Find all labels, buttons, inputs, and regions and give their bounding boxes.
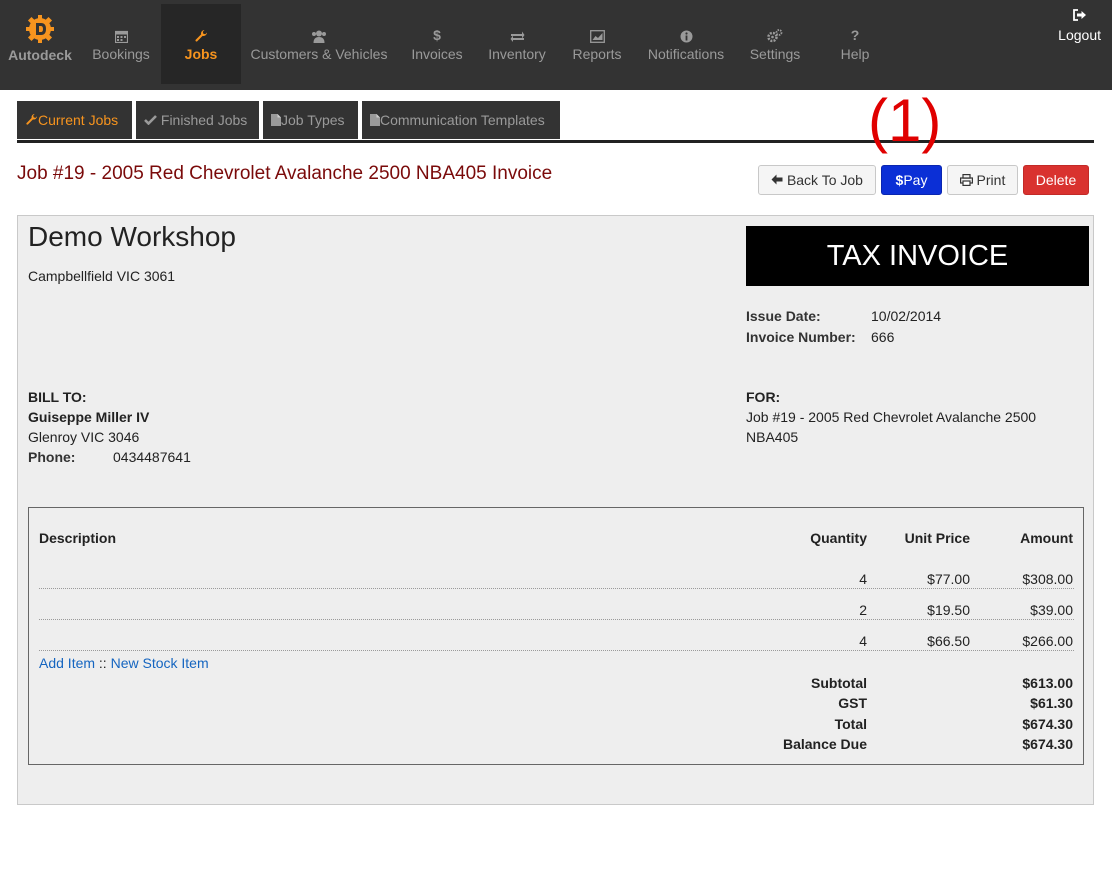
pay-button[interactable]: $Pay: [881, 165, 942, 195]
line-quantity: 4: [859, 571, 867, 587]
business-name: Demo Workshop: [28, 221, 237, 252]
customer-address: Glenroy VIC 3046: [28, 429, 140, 445]
tax-invoice-banner: TAX INVOICE: [746, 226, 1089, 286]
calendar-icon: [81, 26, 161, 44]
line-amount: $266.00: [1022, 633, 1073, 649]
print-icon: [959, 173, 973, 186]
tab-finished-jobs[interactable]: Finished Jobs: [136, 101, 259, 139]
total-label: Total: [834, 716, 867, 732]
wrench-icon: [26, 114, 38, 125]
bill-to-label: BILL TO:: [28, 389, 87, 405]
nav-customers-vehicles[interactable]: Customers & Vehicles: [241, 4, 397, 84]
issue-date-label: Issue Date:: [746, 308, 821, 324]
nav-notifications[interactable]: Notifications: [637, 4, 735, 84]
row-divider: [39, 650, 1074, 651]
subtotal-label: Subtotal: [811, 675, 867, 691]
balance-due-value: $674.30: [1022, 736, 1073, 752]
page-title: Job #19 - 2005 Red Chevrolet Avalanche 2…: [17, 163, 553, 184]
business-address: Campbellfield VIC 3061: [28, 268, 176, 284]
new-stock-item-link[interactable]: New Stock Item: [111, 655, 209, 671]
column-header-description: Description: [39, 530, 117, 546]
column-header-amount: Amount: [1020, 530, 1073, 546]
top-navbar: Autodeck Bookings Jobs Customers & Vehic…: [0, 0, 1112, 90]
invoice-number-value: 666: [871, 329, 895, 345]
line-amount: $308.00: [1022, 571, 1073, 587]
nav-settings[interactable]: Settings: [735, 4, 815, 84]
question-icon: ?: [850, 27, 860, 43]
file-icon: [271, 113, 281, 126]
nav-jobs[interactable]: Jobs: [161, 4, 241, 84]
issue-date-value: 10/02/2014: [871, 308, 942, 324]
link-separator: ::: [98, 655, 107, 671]
print-button[interactable]: Print: [947, 165, 1018, 195]
subtotal-value: $613.00: [1022, 675, 1073, 691]
for-line-2: NBA405: [746, 429, 799, 445]
add-item-links: Add Item :: New Stock Item: [39, 655, 209, 671]
line-unit-price: $77.00: [927, 571, 970, 587]
row-divider: [39, 588, 1074, 589]
customer-name: Guiseppe Miller IV: [28, 409, 150, 425]
invoice-panel: Demo Workshop Campbellfield VIC 3061 TAX…: [17, 215, 1094, 805]
nav-invoices[interactable]: $ Invoices: [397, 4, 477, 84]
nav-inventory[interactable]: Inventory: [477, 4, 557, 84]
nav-bookings[interactable]: Bookings: [81, 4, 161, 84]
tab-job-types[interactable]: Job Types: [263, 101, 358, 139]
total-value: $674.30: [1022, 716, 1073, 732]
tab-current-jobs[interactable]: Current Jobs: [17, 101, 132, 139]
brand[interactable]: Autodeck: [0, 14, 80, 63]
autodeck-logo-icon: [26, 15, 54, 43]
nav-reports[interactable]: Reports: [557, 4, 637, 84]
column-header-quantity: Quantity: [810, 530, 867, 546]
arrow-left-icon: [771, 174, 783, 185]
sign-out-icon: [1058, 8, 1101, 24]
gst-label: GST: [838, 695, 867, 711]
chart-icon: [557, 26, 637, 44]
invoice-line-items: Description Quantity Unit Price Amount 4…: [28, 507, 1084, 765]
row-divider: [39, 619, 1074, 620]
info-icon: [637, 26, 735, 44]
for-label: FOR:: [746, 389, 781, 405]
tab-communication-templates[interactable]: Communication Templates: [362, 101, 560, 139]
gears-icon: [735, 26, 815, 44]
line-unit-price: $19.50: [927, 602, 970, 618]
transfer-icon: [477, 26, 557, 44]
phone-label: Phone:: [28, 449, 76, 465]
line-quantity: 2: [859, 602, 867, 618]
gst-value: $61.30: [1030, 695, 1073, 711]
nav-help[interactable]: ? Help: [815, 4, 895, 84]
for-line-1: Job #19 - 2005 Red Chevrolet Avalanche 2…: [746, 409, 1037, 425]
check-icon: [144, 115, 157, 126]
annotation-marker: (1): [868, 87, 942, 154]
invoice-number-label: Invoice Number:: [746, 329, 856, 345]
file-icon: [370, 113, 380, 126]
line-amount: $39.00: [1030, 602, 1073, 618]
back-to-job-button[interactable]: Back To Job: [758, 165, 876, 195]
logout-button[interactable]: Logout: [1058, 8, 1101, 43]
add-item-link[interactable]: Add Item: [39, 655, 95, 671]
line-quantity: 4: [859, 633, 867, 649]
phone-value: 0434487641: [113, 449, 191, 465]
users-icon: [241, 26, 397, 44]
wrench-icon: [161, 26, 241, 44]
balance-due-label: Balance Due: [782, 736, 867, 752]
line-unit-price: $66.50: [927, 633, 970, 649]
brand-name: Autodeck: [8, 47, 72, 63]
dollar-icon: $: [433, 27, 441, 43]
delete-button[interactable]: Delete: [1023, 165, 1089, 195]
column-header-unit-price: Unit Price: [904, 530, 970, 546]
